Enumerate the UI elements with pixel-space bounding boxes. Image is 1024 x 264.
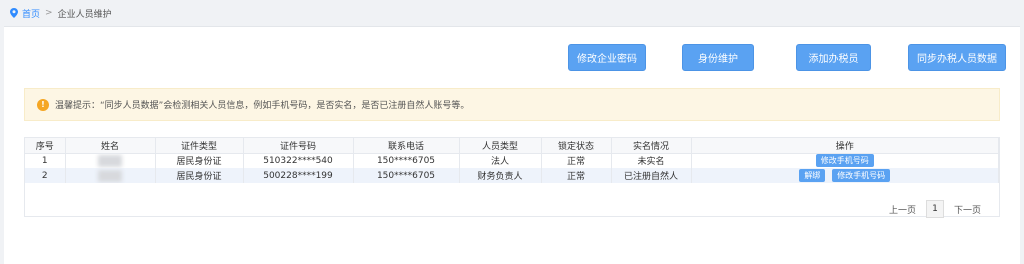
prev-page-button[interactable]: 上一页 [889, 203, 916, 216]
cell-real-name: 已注册自然人 [611, 168, 692, 183]
header-id-type: 证件类型 [155, 138, 244, 154]
main-panel: 修改企业密码 身份维护 添加办税员 同步办税人员数据 ! 温馨提示：“同步人员数… [4, 26, 1020, 264]
cell-actions: 解绑 修改手机号码 [691, 168, 999, 183]
cell-lock-status: 正常 [541, 168, 612, 183]
add-taxpayer-button[interactable]: 添加办税员 [796, 44, 871, 71]
breadcrumb-separator: > [45, 8, 53, 18]
header-id-number: 证件号码 [243, 138, 354, 154]
modify-phone-button[interactable]: 修改手机号码 [832, 169, 891, 182]
cell-person-type: 法人 [459, 153, 542, 168]
staff-table: 序号 姓名 证件类型 证件号码 联系电话 人员类型 锁定状态 实名情况 操作 1… [24, 137, 1000, 217]
cell-id-type: 居民身份证 [155, 168, 244, 183]
header-phone: 联系电话 [353, 138, 460, 154]
cell-no: 1 [25, 153, 66, 168]
header-actions: 操作 [691, 138, 999, 154]
cell-id-number: 510322****540 [243, 153, 354, 168]
modify-phone-button[interactable]: 修改手机号码 [815, 154, 874, 168]
table-header-row: 序号 姓名 证件类型 证件号码 联系电话 人员类型 锁定状态 实名情况 操作 [25, 138, 999, 154]
cell-actions: 修改手机号码 [691, 153, 999, 168]
next-page-button[interactable]: 下一页 [954, 203, 981, 216]
header-real-name: 实名情况 [611, 138, 692, 154]
page-number-button[interactable]: 1 [926, 200, 945, 218]
cell-id-type: 居民身份证 [155, 153, 244, 168]
cell-person-type: 财务负责人 [459, 168, 542, 183]
blurred-name [98, 154, 122, 167]
identity-maintain-button[interactable]: 身份维护 [682, 44, 754, 71]
sync-taxpayer-data-button[interactable]: 同步办税人员数据 [908, 44, 1006, 71]
header-lock-status: 锁定状态 [541, 138, 612, 154]
warning-icon: ! [37, 98, 49, 111]
cell-name [65, 168, 156, 183]
location-pin-icon [10, 8, 18, 18]
unbind-button[interactable]: 解绑 [799, 169, 826, 182]
header-name: 姓名 [65, 138, 156, 154]
tip-banner: ! 温馨提示：“同步人员数据”会检测相关人员信息，例如手机号码，是否实名，是否已… [24, 88, 1000, 121]
cell-real-name: 未实名 [611, 153, 692, 168]
header-no: 序号 [25, 138, 66, 154]
cell-phone: 150****6705 [353, 168, 460, 183]
breadcrumb-current: 企业人员维护 [57, 9, 112, 20]
breadcrumb: 首页 > 企业人员维护 [10, 6, 112, 20]
cell-lock-status: 正常 [541, 153, 612, 168]
cell-id-number: 500228****199 [243, 168, 354, 183]
breadcrumb-home-link[interactable]: 首页 [22, 7, 40, 20]
modify-company-password-button[interactable]: 修改企业密码 [568, 44, 646, 71]
tip-text: 温馨提示：“同步人员数据”会检测相关人员信息，例如手机号码，是否实名，是否已注册… [55, 101, 470, 111]
table-row: 1 居民身份证 510322****540 150****6705 法人 正常 … [25, 153, 999, 168]
table-row: 2 居民身份证 500228****199 150****6705 财务负责人 … [25, 168, 999, 183]
cell-name [65, 153, 156, 168]
blurred-name [98, 169, 122, 182]
pagination: 上一页 1 下一页 [889, 200, 981, 218]
cell-phone: 150****6705 [353, 153, 460, 168]
cell-no: 2 [25, 168, 66, 183]
header-person-type: 人员类型 [459, 138, 542, 154]
